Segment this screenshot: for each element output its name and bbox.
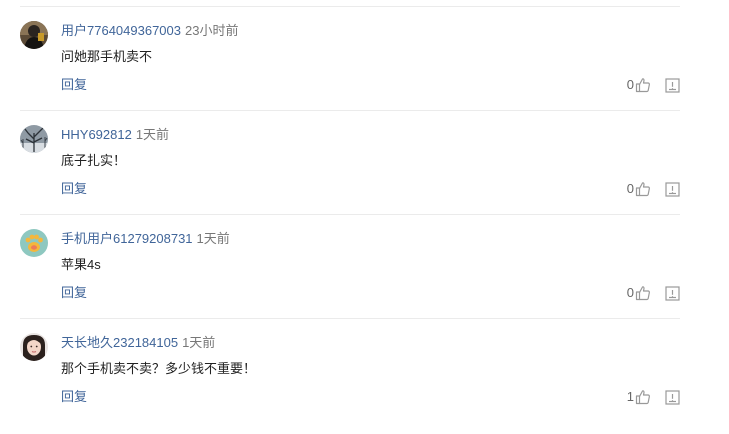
comment-meta: 用户7764049367003 23小时前 <box>61 22 238 40</box>
comment-actions: 1 <box>627 388 680 406</box>
like-count: 1 <box>626 389 634 404</box>
comment-time: 1天前 <box>135 127 170 142</box>
username-link[interactable]: 天长地久232184105 <box>61 335 178 350</box>
dark-figure-avatar[interactable] <box>20 21 48 49</box>
thumbs-up-icon[interactable] <box>635 77 651 93</box>
comment-text: 那个手机卖不卖？多少钱不重要！ <box>61 361 257 376</box>
comment-text: 底子扎实！ <box>61 153 127 168</box>
comment-time: 23小时前 <box>185 23 239 38</box>
username-link[interactable]: HHY692812 <box>61 127 132 142</box>
thumbs-up-icon[interactable] <box>635 389 651 405</box>
comment-meta: 手机用户61279208731 1天前 <box>61 230 230 248</box>
thumbs-up-icon[interactable] <box>635 285 651 301</box>
comment-actions: 0 <box>627 284 680 302</box>
report-icon[interactable] <box>665 389 680 405</box>
report-icon[interactable] <box>665 181 680 197</box>
username-link[interactable]: 用户7764049367003 <box>61 23 181 38</box>
comment-actions: 0 <box>627 76 680 94</box>
like-count: 0 <box>626 77 634 92</box>
like-count: 0 <box>626 181 634 196</box>
reply-button[interactable]: 回复 <box>61 388 87 406</box>
comment-item: 手机用户61279208731 1天前 苹果4s 回复 0 <box>20 215 680 319</box>
reply-button[interactable]: 回复 <box>61 180 87 198</box>
winter-tree-avatar[interactable] <box>20 125 48 153</box>
comment-list: 用户7764049367003 23小时前 问她那手机卖不 回复 0 HHY69… <box>20 7 680 422</box>
reply-button[interactable]: 回复 <box>61 284 87 302</box>
report-icon[interactable] <box>665 285 680 301</box>
comment-text: 问她那手机卖不 <box>61 49 153 64</box>
comment-item: 用户7764049367003 23小时前 问她那手机卖不 回复 0 <box>20 7 680 111</box>
reply-button[interactable]: 回复 <box>61 76 87 94</box>
comment-item: HHY692812 1天前 底子扎实！ 回复 0 <box>20 111 680 215</box>
woman-portrait-avatar[interactable] <box>20 333 48 361</box>
comment-time: 1天前 <box>196 231 230 246</box>
comment-item: 天长地久232184105 1天前 那个手机卖不卖？多少钱不重要！ 回复 1 <box>20 319 680 422</box>
comment-text: 苹果4s <box>61 257 101 272</box>
comment-meta: 天长地久232184105 1天前 <box>61 334 215 352</box>
report-icon[interactable] <box>665 77 680 93</box>
comment-time: 1天前 <box>182 335 216 350</box>
username-link[interactable]: 手机用户61279208731 <box>61 231 193 246</box>
comment-meta: HHY692812 1天前 <box>61 126 169 144</box>
thumbs-up-icon[interactable] <box>635 181 651 197</box>
paw-default-avatar[interactable] <box>20 229 48 257</box>
like-count: 0 <box>626 285 634 300</box>
comment-actions: 0 <box>627 180 680 198</box>
